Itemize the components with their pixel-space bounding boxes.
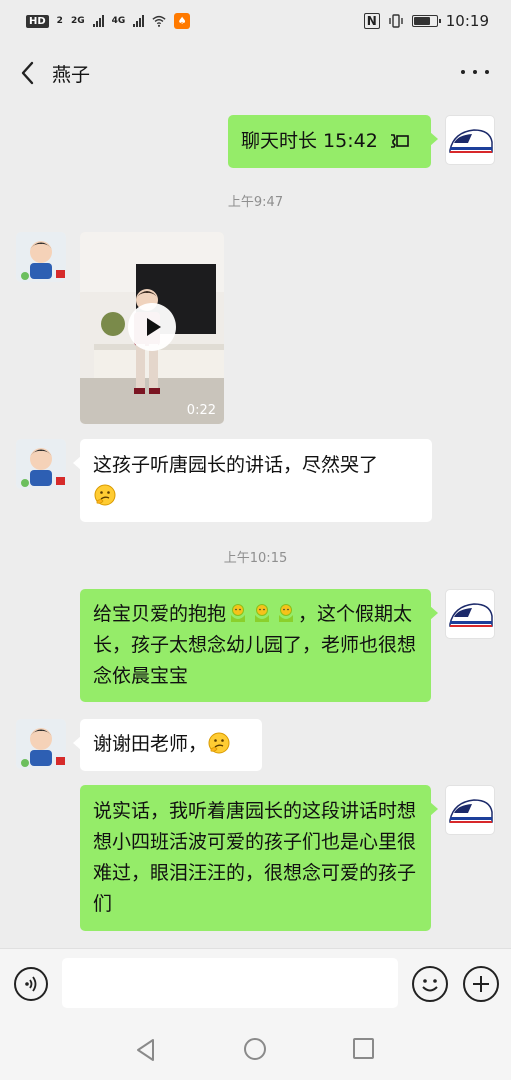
nav-back-icon[interactable] [133,1037,159,1063]
input-bar [0,948,511,1018]
plus-icon[interactable] [463,966,499,1002]
contact-avatar[interactable] [16,232,66,282]
emoji-face-icon[interactable] [412,966,448,1002]
contact-avatar[interactable] [16,719,66,769]
message-bubble-text[interactable]: 说实话，我听着唐园长的这段讲话时想想小四班活波可爱的孩子们也是心里很难过，眼泪汪… [80,785,438,931]
hug-emoji-icon [255,604,270,622]
my-avatar[interactable] [445,115,495,165]
chat-header: 燕子 [0,42,511,104]
network-4g-label: 4G [111,16,126,26]
thinking-emoji-icon [94,484,116,506]
app-notification-icon: ♠ [174,13,191,29]
kid-avatar-icon [16,719,66,769]
kid-avatar-icon [16,232,66,282]
status-right: N 10:19 [363,12,489,30]
signal-4g-icon [133,15,145,27]
status-bar: HD 2 2G 4G ♠ N 10:19 [0,0,511,42]
play-icon[interactable] [128,303,176,351]
thinking-emoji-icon [208,732,230,754]
message-text: 谢谢田老师， [93,733,208,755]
status-left: HD 2 2G 4G ♠ [26,13,191,29]
hug-emoji-icon [231,604,246,622]
network-2g-label: 2G [70,16,85,26]
my-avatar[interactable] [445,589,495,639]
status-time: 10:19 [445,12,489,30]
nfc-icon: N [363,13,380,29]
signal-2g-icon [92,15,104,27]
voice-input-icon[interactable] [14,967,48,1001]
message-text: 说实话，我听着唐园长的这段讲话时想想小四班活波可爱的孩子们也是心里很难过，眼泪汪… [93,800,417,915]
message-bubble-text[interactable]: 这孩子听唐园长的讲话，尽然哭了 [73,439,432,522]
kid-avatar-icon [16,439,66,489]
system-navigation-bar [0,1018,511,1080]
battery-fill [413,17,430,25]
vibrate-icon [389,14,403,28]
sim-indicator: 2 [56,16,63,26]
train-avatar-icon [449,799,493,823]
message-text: 这孩子听唐园长的讲话，尽然哭了 [93,454,379,476]
phone-handset-icon [390,134,409,148]
nav-recent-apps-icon[interactable] [353,1038,374,1059]
message-bubble-text[interactable]: 给宝贝爱的抱抱 ，这个假期太长，孩子太想念幼儿园了，老师也很想念依晨宝宝 [80,589,438,702]
timestamp: 上午9:47 [227,195,284,210]
my-avatar[interactable] [445,785,495,835]
chevron-left-icon[interactable] [16,59,40,87]
message-bubble-text[interactable]: 谢谢田老师， [73,719,262,771]
nav-home-icon[interactable] [244,1038,266,1060]
message-bubble-call[interactable]: 聊天时长 15:42 [228,115,438,168]
hug-emoji-icon [279,604,294,622]
video-duration: 0:22 [186,403,216,418]
train-avatar-icon [449,129,493,153]
chat-title: 燕子 [52,64,91,86]
hd-indicator: HD [26,14,49,28]
train-avatar-icon [449,603,493,627]
timestamp: 上午10:15 [223,551,288,566]
call-duration-text: 聊天时长 15:42 [241,130,378,152]
message-input[interactable] [62,958,398,1008]
wifi-icon [152,15,166,27]
video-message[interactable]: 0:22 [80,232,224,424]
more-dots-icon[interactable] [461,62,489,82]
message-text-part1: 给宝贝爱的抱抱 [93,603,227,625]
contact-avatar[interactable] [16,439,66,489]
battery-icon [411,15,441,27]
